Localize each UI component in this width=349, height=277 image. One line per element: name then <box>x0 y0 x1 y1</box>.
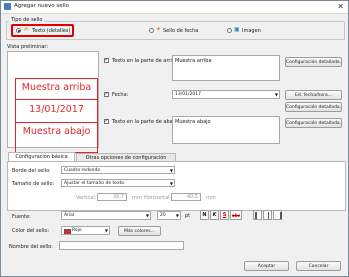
chevron-down-icon: ▼ <box>145 213 149 218</box>
top-text-value: Muestra arriba <box>175 58 212 64</box>
text-stamp-icon: ✍ <box>24 26 30 33</box>
font-size-select[interactable]: 20 ▼ <box>157 211 181 220</box>
font-size-value: 20 <box>160 213 166 218</box>
font-label: Fuente: <box>12 214 31 220</box>
border-value: Cuadro redondo <box>64 168 101 173</box>
date-format-value: 13/01/2017 <box>175 92 201 97</box>
align-center-icon <box>267 212 269 219</box>
italic-button[interactable]: K <box>210 210 219 220</box>
top-text-input[interactable]: Muestra arriba <box>172 55 280 81</box>
preview-bottom-text: Muestra abajo <box>22 126 91 137</box>
color-value: Rojo <box>72 228 82 233</box>
stamp-type-label: Tipo de sello <box>9 17 45 23</box>
option-label-image: Imagen <box>242 28 261 34</box>
align-left-button[interactable] <box>253 210 262 220</box>
cancel-button[interactable]: Cancelar <box>296 261 341 271</box>
close-icon[interactable]: ✕ <box>337 2 344 11</box>
date-checkbox[interactable] <box>104 91 109 97</box>
align-right-icon <box>280 212 282 219</box>
font-value: Arial <box>64 213 75 218</box>
color-swatch <box>64 228 71 234</box>
window-title: Agregar nuevo sello <box>14 3 70 9</box>
option-label-date-stamp: Sello de fecha <box>163 28 199 34</box>
date-detail-button[interactable]: Configuración detallada... <box>285 102 342 112</box>
preview-top-text: Muestra arriba <box>21 82 92 93</box>
radio-image[interactable] <box>227 28 232 33</box>
size-value: Ajustar el tamaño de texto <box>64 181 125 186</box>
radio-date-stamp[interactable] <box>149 28 154 33</box>
date-format-select[interactable]: 13/01/2017 ▼ <box>172 90 280 99</box>
bottom-text-input[interactable]: Muestra abajo <box>172 116 280 144</box>
date-label: Fecha: <box>112 92 129 98</box>
bottom-text-label: Texto en la parte de abajo: <box>112 119 179 125</box>
edit-date-time-button[interactable]: Ed. fecha/hora... <box>285 90 342 100</box>
vertical-input[interactable]: 38,7 <box>97 193 127 201</box>
font-select[interactable]: Arial ▼ <box>61 211 151 220</box>
stamp-name-label: Nombre del sello: <box>9 244 53 250</box>
align-right-button[interactable] <box>273 210 282 220</box>
horizontal-label: Horizontal: <box>144 195 172 201</box>
radio-text-details[interactable] <box>16 28 21 33</box>
vertical-label: Vertical: <box>76 195 97 201</box>
bottom-text-value: Muestra abajo <box>175 119 211 125</box>
bold-button[interactable]: N <box>200 210 209 220</box>
color-label: Color del sello: <box>12 228 50 234</box>
underline-button[interactable]: S <box>220 210 229 220</box>
align-center-button[interactable] <box>263 210 272 220</box>
preview-separator-bottom <box>16 122 97 123</box>
bottom-detail-button[interactable]: Configuración detallada... <box>285 118 342 128</box>
basic-settings-panel <box>7 161 346 211</box>
app-icon <box>4 3 11 10</box>
preview-label: Vista preliminar: <box>7 44 49 50</box>
chevron-down-icon: ▼ <box>169 181 173 186</box>
option-label-text-details: Texto (detalles) <box>32 28 71 34</box>
preview-separator-top <box>16 99 97 100</box>
dialog-window: Agregar nuevo sello ✕ Tipo de sello ✍ Te… <box>0 0 349 277</box>
bottom-text-checkbox[interactable] <box>104 118 109 124</box>
stamp-outline: Muestra arriba 13/01/2017 Muestra abajo <box>15 78 98 153</box>
accept-button[interactable]: Aceptar <box>244 261 289 271</box>
vertical-unit: mm <box>132 195 142 201</box>
chevron-down-icon: ▼ <box>274 92 278 97</box>
border-label: Borde del sello: <box>12 168 51 174</box>
strikethrough-button[interactable]: abc <box>230 210 242 220</box>
title-bar: Agregar nuevo sello ✕ <box>1 1 348 14</box>
chevron-down-icon: ▼ <box>175 213 179 218</box>
horizontal-unit: mm <box>206 195 216 201</box>
top-text-label: Texto en la parte de arriba: <box>112 58 180 64</box>
size-label: Tamaño de sello: <box>12 181 55 187</box>
color-select[interactable]: Rojo ▼ <box>61 226 110 235</box>
align-left-icon <box>255 212 257 219</box>
more-colors-button[interactable]: Más colores... <box>118 226 161 236</box>
stamp-preview: Muestra arriba 13/01/2017 Muestra abajo <box>7 51 99 153</box>
size-select[interactable]: Ajustar el tamaño de texto ▼ <box>61 179 175 187</box>
font-size-unit: pt <box>185 213 191 219</box>
chevron-down-icon: ▼ <box>104 228 108 233</box>
top-text-checkbox[interactable] <box>104 57 109 63</box>
preview-date-text: 13/01/2017 <box>29 104 84 115</box>
image-stamp-icon: ▣ <box>234 26 240 33</box>
chevron-down-icon: ▼ <box>169 168 173 173</box>
stamp-name-input[interactable] <box>59 241 184 250</box>
date-stamp-icon: ✦ <box>156 26 162 33</box>
border-select[interactable]: Cuadro redondo ▼ <box>61 166 175 174</box>
top-detail-button[interactable]: Configuración detallada... <box>285 57 342 67</box>
horizontal-input[interactable]: 40,5 <box>171 193 201 201</box>
